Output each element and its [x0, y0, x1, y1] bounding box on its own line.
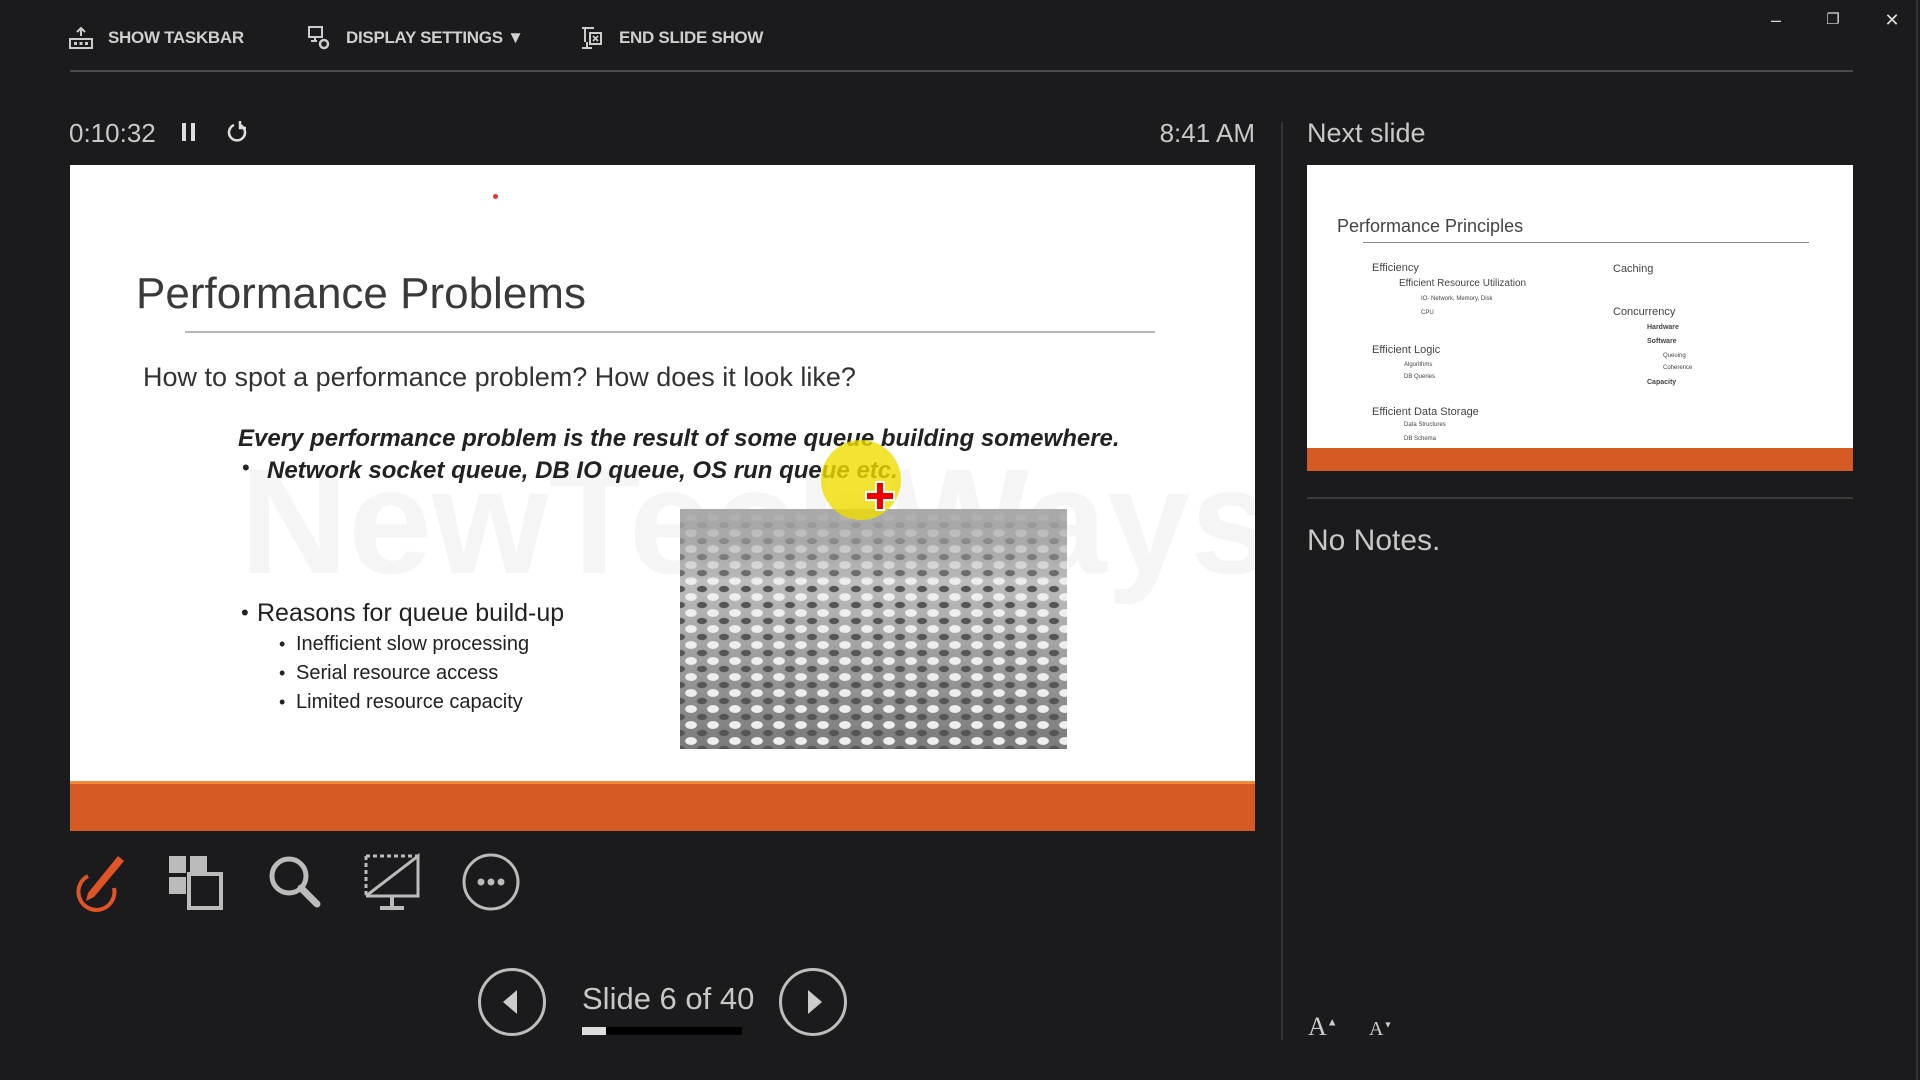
- thumb-item: DB Schema: [1404, 436, 1437, 442]
- display-settings-icon: [308, 26, 330, 50]
- thumb-item: Concurrency: [1613, 306, 1676, 318]
- black-screen-button[interactable]: [362, 852, 422, 912]
- reset-timer-button[interactable]: [225, 120, 249, 144]
- next-slide-button[interactable]: [779, 968, 847, 1036]
- magnifier-icon: [269, 856, 321, 908]
- bullet: •: [279, 634, 286, 654]
- more-options-button[interactable]: [461, 852, 521, 912]
- current-slide: NewTechWays ©2021 Performance Problems H…: [70, 165, 1255, 831]
- notes-divider: [1307, 497, 1853, 499]
- thumb-item: Algorithms: [1404, 362, 1433, 368]
- decrease-font-label: A: [1369, 1018, 1384, 1040]
- thumb-item: DB Queries: [1404, 374, 1436, 380]
- example-bullet: Network socket queue, DB IO queue, OS ru…: [267, 457, 898, 484]
- thumb-item: Efficient Logic: [1372, 344, 1441, 356]
- pen-icon: [76, 856, 124, 912]
- slide-statement: Every performance problem is the result …: [238, 425, 1120, 452]
- slide-progress-fill: [582, 1027, 606, 1035]
- bullet: •: [279, 692, 286, 712]
- show-taskbar-button[interactable]: SHOW TASKBAR: [68, 24, 244, 52]
- zoom-button[interactable]: [265, 852, 325, 912]
- thumb-item: Coherence: [1663, 365, 1693, 371]
- black-screen-icon: [364, 852, 420, 910]
- traffic-jam-image: [680, 509, 1067, 749]
- reason-item: Serial resource access: [296, 662, 499, 684]
- minimize-button[interactable]: –: [1764, 8, 1788, 32]
- thumb-item: Queuing: [1663, 353, 1686, 359]
- speaker-notes: No Notes.: [1307, 524, 1441, 557]
- slide-footer-bar: [70, 781, 1255, 831]
- bullet: •: [242, 455, 250, 480]
- thumb-item: Hardware: [1647, 324, 1679, 331]
- end-slide-show-label: END SLIDE SHOW: [619, 28, 764, 47]
- decrease-font-button[interactable]: A▼: [1369, 1018, 1392, 1041]
- show-taskbar-label: SHOW TASKBAR: [108, 28, 244, 47]
- toolbar-divider: [70, 70, 1853, 72]
- previous-slide-button[interactable]: [478, 968, 546, 1036]
- next-slide-thumbnail[interactable]: Performance Principles Efficiency Effici…: [1307, 165, 1853, 471]
- slide-subtitle: How to spot a performance problem? How d…: [143, 362, 856, 392]
- thumb-item: CPU: [1421, 310, 1434, 316]
- end-slide-show-button[interactable]: END SLIDE SHOW: [579, 24, 763, 52]
- pane-divider: [1281, 122, 1283, 1040]
- window-edge: [1916, 0, 1918, 1080]
- thumb-item: Efficient Data Storage: [1372, 406, 1479, 418]
- more-icon: [462, 853, 520, 911]
- cursor-cross-icon: [865, 481, 895, 511]
- increase-font-label: A: [1308, 1012, 1327, 1041]
- bullet: •: [279, 663, 286, 683]
- reason-item: Limited resource capacity: [296, 691, 523, 713]
- display-settings-button[interactable]: DISPLAY SETTINGS ▼: [306, 24, 524, 52]
- thumb-underline: [1363, 242, 1809, 243]
- thumb-item: Capacity: [1647, 379, 1677, 386]
- reset-icon: [227, 121, 247, 142]
- end-show-icon: [582, 27, 602, 49]
- slide-title: Performance Problems: [136, 269, 586, 318]
- slide-counter: Slide 6 of 40: [582, 981, 755, 1016]
- thumb-item: Data Structures: [1404, 422, 1446, 428]
- title-underline: [185, 331, 1155, 333]
- grid-slides-icon: [169, 856, 223, 910]
- thumb-footer-bar: [1307, 448, 1853, 471]
- taskbar-icon: [69, 26, 93, 49]
- thumb-item: Efficient Resource Utilization: [1399, 278, 1527, 289]
- thumb-item: Software: [1647, 338, 1677, 345]
- pause-timer-button[interactable]: [180, 121, 198, 143]
- thumb-item: Efficiency: [1372, 262, 1419, 274]
- pause-icon: [182, 123, 195, 141]
- laser-dot: [493, 194, 498, 199]
- close-button[interactable]: ✕: [1880, 8, 1904, 32]
- thumb-item: Caching: [1613, 263, 1654, 275]
- reasons-heading: Reasons for queue build-up: [257, 599, 565, 627]
- triangle-left-icon: [503, 990, 517, 1014]
- thumb-item: IO- Network, Memory, Disk: [1421, 296, 1493, 302]
- restore-button[interactable]: ❐: [1821, 8, 1845, 32]
- clock: 8:41 AM: [1159, 118, 1255, 148]
- bullet: •: [241, 600, 249, 625]
- increase-font-button[interactable]: A▲: [1308, 1012, 1338, 1042]
- display-settings-label: DISPLAY SETTINGS ▼: [346, 28, 524, 47]
- next-slide-heading: Next slide: [1307, 118, 1426, 148]
- slide-progress-bar: [582, 1027, 742, 1035]
- triangle-right-icon: [808, 990, 822, 1014]
- see-all-slides-button[interactable]: [165, 852, 225, 912]
- reason-item: Inefficient slow processing: [296, 633, 530, 655]
- thumb-title: Performance Principles: [1337, 216, 1524, 236]
- elapsed-timer: 0:10:32: [69, 118, 156, 148]
- pen-tool-button[interactable]: [68, 852, 128, 912]
